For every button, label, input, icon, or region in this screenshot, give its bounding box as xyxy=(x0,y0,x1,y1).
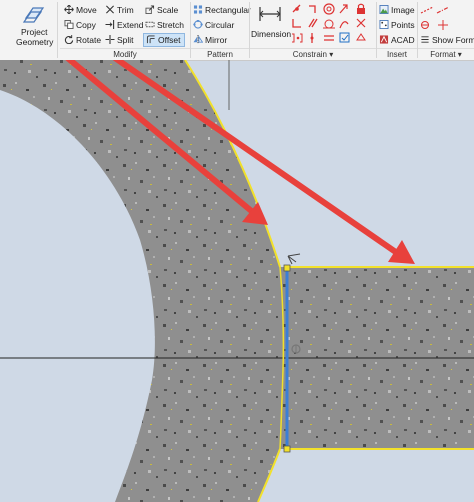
fix-icon[interactable] xyxy=(339,4,348,14)
driven-dimension-icon[interactable] xyxy=(436,20,450,30)
offset-button[interactable]: Offset xyxy=(143,33,185,47)
line-endpoint-grip-top[interactable] xyxy=(283,264,291,272)
show-format-button[interactable]: Show Format xyxy=(420,35,474,45)
image-button[interactable]: Image xyxy=(379,5,415,15)
rotate-label: Rotate xyxy=(76,35,102,45)
equal-icon[interactable] xyxy=(324,35,334,41)
points-button[interactable]: Points xyxy=(379,20,415,30)
dimension-icon xyxy=(259,7,281,21)
move-icon xyxy=(64,5,74,14)
stretch-button[interactable]: Stretch xyxy=(145,20,184,30)
collinear-icon[interactable] xyxy=(309,5,316,13)
trim-label: Trim xyxy=(117,5,134,15)
copy-button[interactable]: Copy xyxy=(64,20,96,30)
separator xyxy=(57,2,58,58)
trim-button[interactable]: Trim xyxy=(105,5,134,15)
rotate-button[interactable]: Rotate xyxy=(64,35,101,45)
move-button[interactable]: Move xyxy=(64,5,97,15)
project-geometry-icon xyxy=(23,7,45,23)
mirror-button[interactable]: Mirror xyxy=(193,35,227,45)
sketch-canvas[interactable] xyxy=(0,60,474,502)
image-label: Image xyxy=(391,5,415,15)
split-button[interactable]: Split xyxy=(105,35,134,45)
smooth-icon[interactable] xyxy=(339,21,349,29)
tangent-icon[interactable] xyxy=(323,19,335,29)
trim-icon xyxy=(106,5,114,14)
lock-icon[interactable] xyxy=(357,3,365,14)
constraint-icons xyxy=(292,3,366,43)
mirror-icon xyxy=(193,35,203,44)
stretch-label: Stretch xyxy=(157,20,184,30)
scale-button[interactable]: Scale xyxy=(145,5,178,15)
horizontal-icon[interactable] xyxy=(292,33,303,43)
extend-icon xyxy=(105,20,115,29)
relax-icon[interactable] xyxy=(356,33,366,41)
circular-label: Circular xyxy=(205,20,235,30)
rotate-icon xyxy=(64,35,74,44)
project-geometry-label-line1: Project xyxy=(21,27,48,37)
center-point-icon[interactable] xyxy=(420,20,434,30)
circular-pattern-icon xyxy=(193,20,203,29)
centerline-icon[interactable] xyxy=(436,5,450,15)
mirror-label: Mirror xyxy=(205,35,228,45)
split-label: Split xyxy=(117,35,134,45)
parallel-icon[interactable] xyxy=(308,18,318,28)
acad-label: ACAD xyxy=(391,35,415,45)
copy-icon xyxy=(64,20,74,29)
ribbon-toolbar: Project Geometry Move Copy Rotate Trim E… xyxy=(0,0,474,61)
perpendicular-icon[interactable] xyxy=(292,19,301,28)
acad-button[interactable]: ACAD xyxy=(379,35,415,45)
concentric-icon[interactable] xyxy=(323,3,335,15)
dimension-label: Dimension xyxy=(251,29,292,39)
points-icon xyxy=(379,20,389,29)
cursor-icon xyxy=(287,253,301,265)
project-geometry-button[interactable]: Project Geometry xyxy=(12,2,54,47)
project-geometry-label-line2: Geometry xyxy=(16,37,54,47)
offset-icon xyxy=(146,35,155,44)
split-icon xyxy=(105,35,115,44)
dimension-button[interactable]: Dimension xyxy=(251,3,292,45)
rectangular-pattern-button[interactable]: Rectangular xyxy=(193,5,251,15)
scale-icon xyxy=(145,5,155,14)
rectangular-pattern-icon xyxy=(193,5,203,14)
show-format-icon xyxy=(421,36,429,43)
extend-button[interactable]: Extend xyxy=(105,20,143,30)
image-icon xyxy=(379,5,389,14)
copy-label: Copy xyxy=(76,20,96,30)
rectangular-label: Rectangular xyxy=(205,5,251,15)
line-endpoint-grip-bottom[interactable] xyxy=(283,445,291,453)
coincident-icon[interactable] xyxy=(292,4,301,13)
scale-label: Scale xyxy=(157,5,179,15)
points-label: Points xyxy=(391,20,415,30)
construction-icon[interactable] xyxy=(420,5,434,15)
vertical-icon[interactable] xyxy=(310,33,314,43)
stretch-icon xyxy=(145,21,155,28)
symmetric-icon[interactable] xyxy=(356,18,366,28)
move-label: Move xyxy=(76,5,97,15)
offset-label: Offset xyxy=(158,35,181,45)
acad-icon xyxy=(379,35,389,44)
extend-label: Extend xyxy=(117,20,144,30)
show-format-label: Show Format xyxy=(432,35,474,45)
circular-pattern-button[interactable]: Circular xyxy=(193,20,234,30)
show-constraints-icon[interactable] xyxy=(339,32,350,43)
